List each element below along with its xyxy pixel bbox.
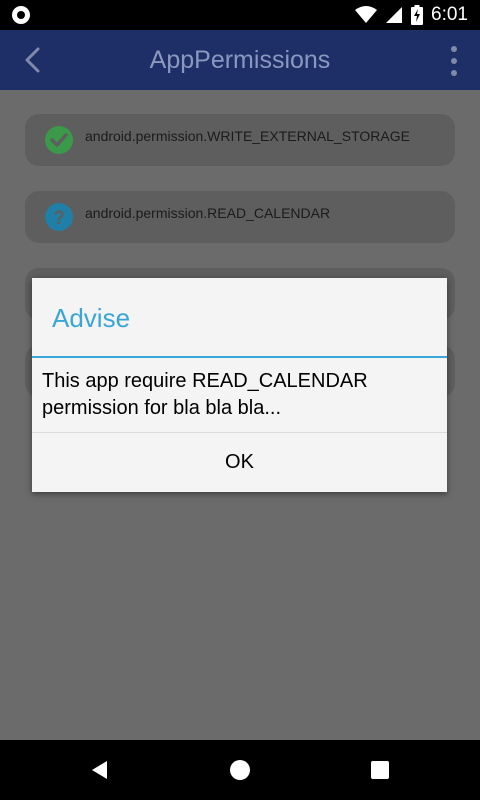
page-title: AppPermissions [149,46,331,74]
battery-charging-icon [411,5,424,25]
permission-name: android.permission.WRITE_EXTERNAL_STORAG… [85,128,410,144]
square-recents-icon [371,761,389,779]
nav-recents-button[interactable] [350,740,410,800]
circle-home-icon [230,760,250,780]
notification-icon [12,6,30,24]
check-circle-icon [45,126,73,154]
ok-button[interactable]: OK [32,433,447,492]
dialog-title: Advise [52,303,131,333]
status-time: 6:01 [431,4,468,25]
permission-item[interactable]: ? android.permission.READ_CALENDAR [25,191,455,243]
question-circle-icon: ? [45,203,73,231]
dialog-divider [32,356,447,358]
nav-home-button[interactable] [210,740,270,800]
permission-item[interactable]: android.permission.WRITE_EXTERNAL_STORAG… [25,114,455,166]
dot-icon [451,46,457,52]
app-bar: AppPermissions [0,30,480,90]
advise-dialog: Advise This app require READ_CALENDAR pe… [32,278,447,492]
permission-name: android.permission.READ_CALENDAR [85,205,331,221]
triangle-back-icon [92,761,107,779]
wifi-icon [355,6,378,23]
navigation-bar [0,740,480,800]
svg-text:?: ? [53,208,65,229]
status-bar: 6:01 [0,0,480,30]
dialog-message: This app require READ_CALENDAR permissio… [42,370,368,419]
dot-icon [451,70,457,76]
dot-icon [451,58,457,64]
status-icons: 6:01 [355,0,468,30]
nav-back-button[interactable] [70,740,130,800]
signal-icon [386,7,403,23]
overflow-menu-button[interactable] [448,46,460,76]
